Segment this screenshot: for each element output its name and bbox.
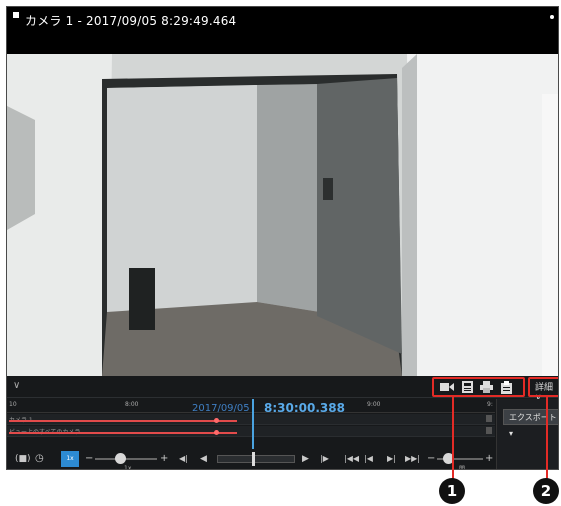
playhead[interactable] <box>252 399 254 449</box>
callout-2-badge: 2 <box>533 478 559 504</box>
export-caret-icon: ▾ <box>509 429 514 438</box>
time-ruler[interactable]: 10 8:00 9:00 9: <box>7 399 495 413</box>
playback-controls: ∨ 詳細 ∨ 10 8:00 9:00 9: 2017/09/05 8:30:0… <box>7 376 558 470</box>
step-minus-button[interactable]: − <box>427 452 435 466</box>
camera-track[interactable]: カメラ 1 <box>7 414 495 425</box>
camera-title-bar: カメラ 1 - 2017/09/05 8:29:49.464 <box>7 7 558 54</box>
step-plus-button[interactable]: + <box>485 452 493 466</box>
speed-label: 1x <box>124 465 132 470</box>
speed-minus-button[interactable]: − <box>85 452 93 466</box>
clock-icon[interactable]: ◷ <box>35 452 44 466</box>
skip-start-icon[interactable]: |◀◀ <box>344 452 359 466</box>
jog-slider[interactable] <box>217 455 295 463</box>
export-label: エクスポート <box>509 413 557 422</box>
track-end-icon[interactable] <box>486 415 492 422</box>
next-frame-icon[interactable]: |▶ <box>320 452 329 466</box>
camera-flag-icon <box>13 12 19 18</box>
event-marker[interactable] <box>214 430 219 435</box>
next-sequence-icon[interactable]: ▶| <box>387 452 396 466</box>
collapse-chevron-icon[interactable]: ∨ <box>13 380 20 391</box>
video-scene-image <box>7 54 558 376</box>
speed-plus-button[interactable]: + <box>160 452 168 466</box>
callout-1-badge: 1 <box>439 478 465 504</box>
speed-slider-track[interactable] <box>95 458 157 460</box>
video-export-icon[interactable] <box>439 380 455 394</box>
video-feed[interactable] <box>7 54 558 376</box>
callout-1-leader <box>452 396 454 480</box>
track-end-icon[interactable] <box>486 427 492 434</box>
live-mode-icon[interactable]: (■) <box>15 452 31 466</box>
detail-label: 詳細 <box>535 383 554 393</box>
timeline-time: 8:30:00.388 <box>264 401 345 415</box>
previous-frame-icon[interactable]: ◀| <box>179 452 188 466</box>
camera-menu-icon[interactable] <box>550 15 554 19</box>
reverse-play-icon[interactable]: ◀ <box>200 452 207 466</box>
event-marker[interactable] <box>214 418 219 423</box>
print-icon[interactable] <box>478 380 494 394</box>
jog-slider-knob[interactable] <box>252 452 255 466</box>
camera-title: カメラ 1 - 2017/09/05 8:29:49.464 <box>25 14 237 28</box>
previous-sequence-icon[interactable]: |◀ <box>364 452 373 466</box>
ruler-tick: 10 <box>9 401 17 408</box>
all-cameras-track[interactable]: ビュー上のすべてのカメラ <box>7 426 495 437</box>
speed-mode-button[interactable]: 1x <box>61 451 79 467</box>
ruler-tick: 8:00 <box>125 401 139 408</box>
playback-buttons: (■) ◷ 1x − + 1x ◀| ◀ ▶ |▶ |◀◀ |◀ ▶| ▶▶| … <box>7 448 495 470</box>
skip-end-icon[interactable]: ▶▶| <box>405 452 420 466</box>
camera-view-window: カメラ 1 - 2017/09/05 8:29:49.464 ∨ 詳細 ∨ 10… <box>6 6 559 470</box>
recording-bar <box>9 432 237 434</box>
recording-bar <box>9 420 237 422</box>
timeline-date: 2017/09/05 <box>192 403 250 414</box>
ruler-tick: 9:00 <box>367 401 381 408</box>
ruler-tick: 9: <box>487 401 493 408</box>
play-icon[interactable]: ▶ <box>302 452 309 466</box>
export-button[interactable]: エクスポート ▾ <box>503 409 558 438</box>
export-panel: エクスポート ▾ <box>496 399 558 469</box>
speed-slider-knob[interactable] <box>115 453 126 464</box>
callout-2-leader <box>546 396 548 480</box>
save-icon[interactable] <box>459 380 475 394</box>
playback-toolbar: ∨ 詳細 ∨ <box>7 376 558 403</box>
step-label: 間 <box>459 466 466 470</box>
clipboard-icon[interactable] <box>498 380 514 394</box>
